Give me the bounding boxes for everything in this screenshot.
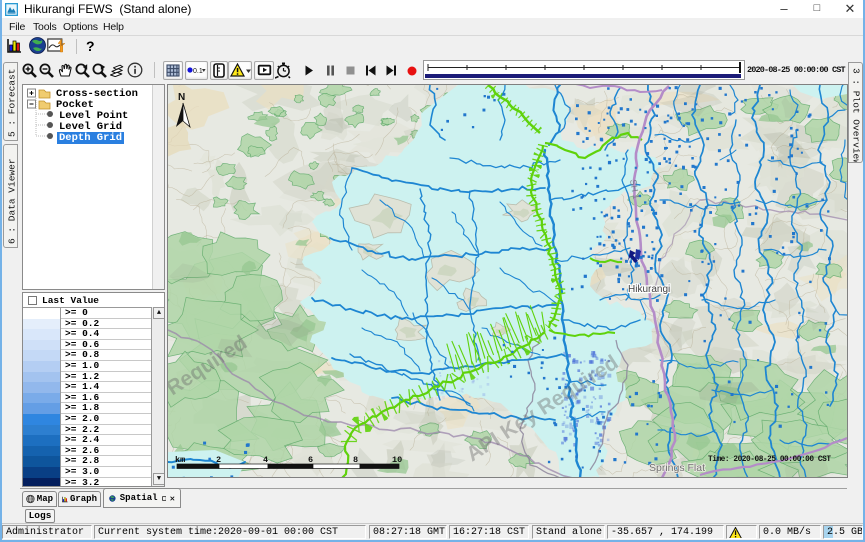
svg-text:10: 10 xyxy=(392,455,402,465)
svg-text:2: 2 xyxy=(216,455,221,465)
svg-text:5 : Forecast: 5 : Forecast xyxy=(7,69,18,137)
svg-text:8: 8 xyxy=(353,455,358,465)
svg-text:0.1: 0.1 xyxy=(193,68,203,75)
svg-text:km: km xyxy=(175,455,185,465)
svg-text:Springs Flat: Springs Flat xyxy=(649,462,705,474)
svg-text:N: N xyxy=(178,92,185,103)
svg-text:6: 6 xyxy=(308,455,313,465)
svg-text:6 : Data Viewer: 6 : Data Viewer xyxy=(7,158,18,244)
svg-text:4: 4 xyxy=(263,455,268,465)
svg-text:3 : Plot Overview: 3 : Plot Overview xyxy=(851,68,862,163)
svg-text:Time: 2020-08-25 00:00:00 CST: Time: 2020-08-25 00:00:00 CST xyxy=(708,456,831,464)
svg-text:Hikurangi: Hikurangi xyxy=(628,284,670,295)
